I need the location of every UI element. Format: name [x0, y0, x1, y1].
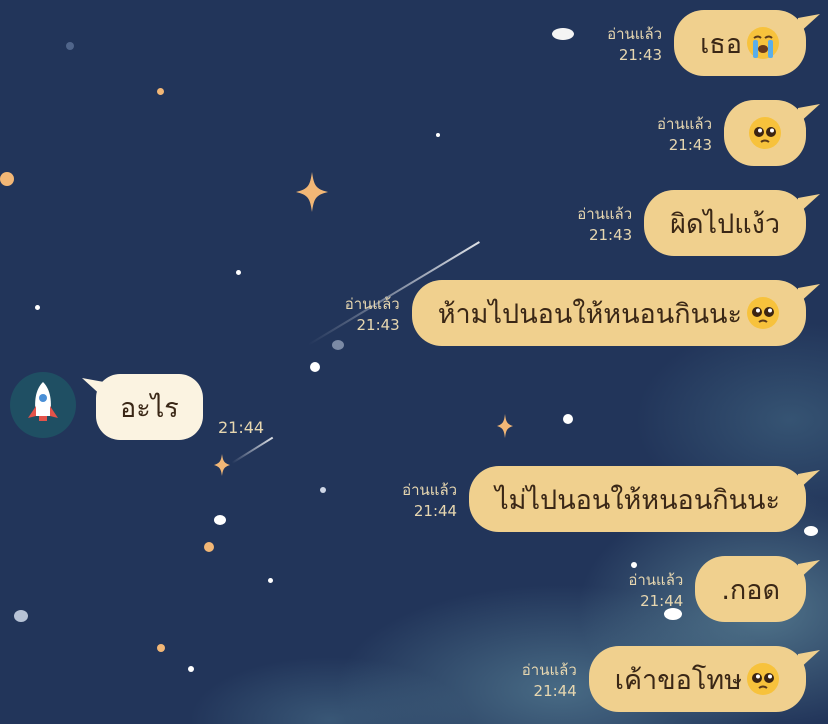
- message-time: 21:43: [356, 316, 400, 334]
- message-bubble[interactable]: เค้าขอโทษ: [588, 646, 806, 712]
- star-dot: [214, 515, 226, 525]
- read-receipt: อ่านแล้ว: [577, 205, 633, 223]
- message-meta: อ่านแล้ว 21:44: [402, 480, 457, 522]
- message-bubble[interactable]: เธอ: [674, 10, 806, 76]
- message-time: 21:44: [413, 502, 458, 520]
- star-dot: [436, 133, 440, 137]
- message-time: 21:44: [218, 418, 265, 437]
- message-bubble[interactable]: .กอด: [695, 556, 806, 622]
- message-text: .กอด: [721, 574, 780, 606]
- star-dot: [204, 542, 214, 552]
- message-text: ห้ามไปนอนให้หนอนกินนะ: [437, 298, 742, 330]
- pleading-face-icon: [749, 117, 781, 149]
- message-row-outgoing: อ่านแล้ว 21:43 ผิดไปแง้ว: [577, 190, 806, 256]
- rocket-icon: [28, 382, 58, 421]
- message-text: เค้าขอโทษ: [614, 664, 742, 696]
- read-receipt: อ่านแล้ว: [402, 481, 458, 499]
- message-bubble[interactable]: ห้ามไปนอนให้หนอนกินนะ: [411, 280, 806, 346]
- read-receipt: อ่านแล้ว: [607, 25, 663, 43]
- message-bubble-incoming[interactable]: อะไร: [96, 374, 203, 440]
- star-dot: [332, 340, 344, 350]
- message-time: 21:44: [533, 682, 577, 700]
- message-time: 21:44: [640, 592, 684, 610]
- message-bubble[interactable]: [724, 100, 806, 166]
- sparkle-icon: [214, 454, 230, 476]
- message-meta: อ่านแล้ว 21:43: [577, 204, 632, 246]
- star-dot: [320, 487, 326, 493]
- message-meta: อ่านแล้ว 21:44: [522, 660, 577, 702]
- star-dot: [188, 666, 194, 672]
- pleading-face-icon: [747, 663, 779, 695]
- star-dot: [552, 28, 574, 40]
- message-bubble[interactable]: ผิดไปแง้ว: [644, 190, 806, 256]
- star-dot: [157, 88, 164, 95]
- loudly-crying-face-icon: [747, 27, 779, 59]
- pleading-face-icon: [747, 297, 779, 329]
- message-row-outgoing: อ่านแล้ว 21:44 .กอด: [628, 556, 806, 622]
- star-dot: [66, 42, 74, 50]
- star-dot: [563, 414, 573, 424]
- message-meta: อ่านแล้ว 21:43: [657, 114, 712, 156]
- star-dot: [268, 578, 273, 583]
- message-text: อะไร: [120, 392, 179, 424]
- message-meta: อ่านแล้ว 21:43: [607, 24, 662, 66]
- read-receipt: อ่านแล้ว: [521, 661, 577, 679]
- message-bubble[interactable]: ไม่ไปนอนให้หนอนกินนะ: [469, 466, 806, 532]
- star-dot: [35, 305, 40, 310]
- message-text: ไม่ไปนอนให้หนอนกินนะ: [495, 484, 780, 516]
- message-meta: อ่านแล้ว 21:44: [628, 570, 683, 612]
- avatar[interactable]: [10, 372, 76, 438]
- star-dot: [236, 270, 241, 275]
- message-row-outgoing: อ่านแล้ว 21:43 เธอ: [607, 10, 806, 76]
- star-dot: [14, 610, 28, 622]
- star-dot: [157, 644, 165, 652]
- chat-screen: อ่านแล้ว 21:43 เธอ อ่านแล้ว 21:43 อ่านแล…: [0, 0, 828, 724]
- message-text: เธอ: [700, 28, 742, 60]
- read-receipt: อ่านแล้ว: [628, 571, 684, 589]
- star-dot: [804, 526, 818, 536]
- message-row-outgoing: อ่านแล้ว 21:43 ห้ามไปนอนให้หนอนกินนะ: [345, 280, 806, 346]
- read-receipt: อ่านแล้ว: [657, 115, 712, 133]
- message-row-outgoing: อ่านแล้ว 21:44 ไม่ไปนอนให้หนอนกินนะ: [402, 466, 806, 532]
- message-time: 21:43: [668, 136, 712, 154]
- message-time: 21:43: [618, 46, 663, 64]
- message-row-outgoing: อ่านแล้ว 21:43: [657, 100, 806, 166]
- message-row-outgoing: อ่านแล้ว 21:44 เค้าขอโทษ: [522, 646, 806, 712]
- message-time: 21:43: [588, 226, 633, 244]
- message-meta: อ่านแล้ว 21:43: [345, 294, 400, 336]
- read-receipt: อ่านแล้ว: [344, 295, 400, 313]
- sparkle-icon: [296, 172, 328, 212]
- message-text: ผิดไปแง้ว: [670, 208, 780, 240]
- star-dot: [310, 362, 320, 372]
- star-dot: [0, 172, 14, 186]
- sparkle-icon: [497, 414, 513, 438]
